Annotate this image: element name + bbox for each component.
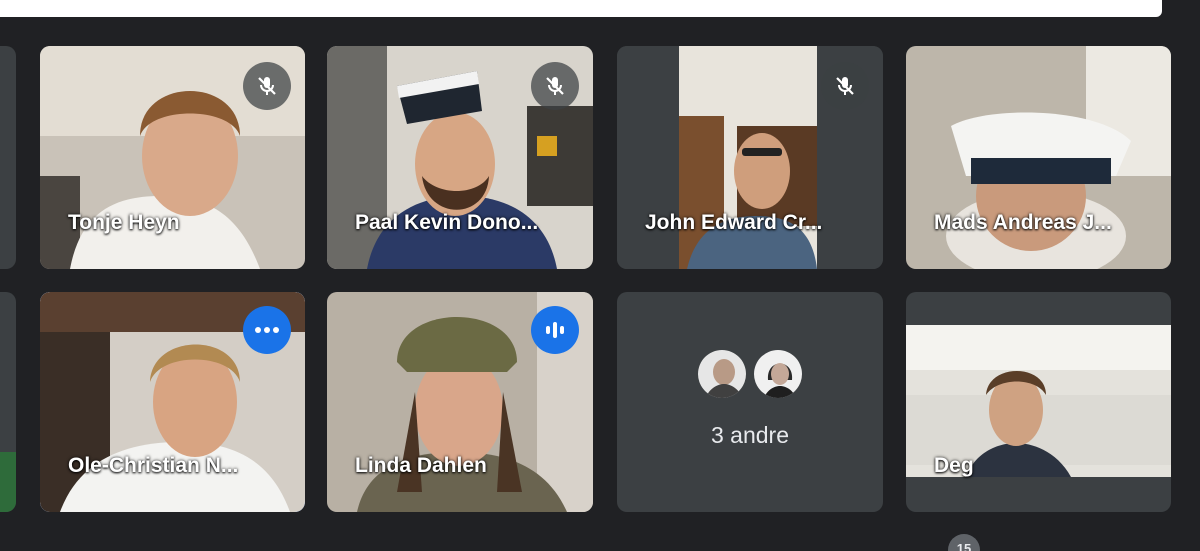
participant-video — [906, 46, 1171, 269]
top-bar — [0, 0, 1162, 17]
mic-muted-icon — [531, 62, 579, 110]
others-tile[interactable]: 3 andre — [617, 292, 883, 512]
participant-tile-linda-dahlen[interactable]: Linda Dahlen — [327, 292, 593, 512]
partial-tile-left-top — [0, 46, 16, 269]
others-label: 3 andre — [710, 421, 789, 448]
mic-muted-icon — [243, 62, 291, 110]
participant-tile-john-edward[interactable]: John Edward Cr... — [617, 46, 883, 269]
participant-name: Deg — [934, 454, 974, 477]
participant-name: Linda Dahlen — [355, 454, 487, 477]
participant-name: Ole-Christian N... — [68, 454, 239, 477]
avatar — [696, 347, 748, 400]
mic-muted-icon — [821, 62, 869, 110]
participant-name: Tonje Heyn — [68, 211, 180, 234]
participant-count-badge[interactable]: 15 — [948, 534, 980, 551]
partial-tile-left-bottom — [0, 292, 16, 512]
others-avatars — [696, 347, 804, 400]
participant-name: Mads Andreas J... — [934, 211, 1112, 234]
participant-tile-mads-andreas[interactable]: Mads Andreas J... — [906, 46, 1171, 269]
participant-name: John Edward Cr... — [645, 211, 823, 234]
self-tile[interactable]: Deg — [906, 292, 1171, 512]
avatar — [752, 347, 804, 400]
participant-name: Paal Kevin Dono... — [355, 211, 539, 234]
participant-tile-tonje-heyn[interactable]: Tonje Heyn — [40, 46, 305, 269]
participant-tile-paal-kevin[interactable]: Paal Kevin Dono... — [327, 46, 593, 269]
participant-tile-ole-christian[interactable]: Ole-Christian N... — [40, 292, 305, 512]
more-options-button[interactable] — [243, 306, 291, 354]
speaking-indicator-icon — [531, 306, 579, 354]
